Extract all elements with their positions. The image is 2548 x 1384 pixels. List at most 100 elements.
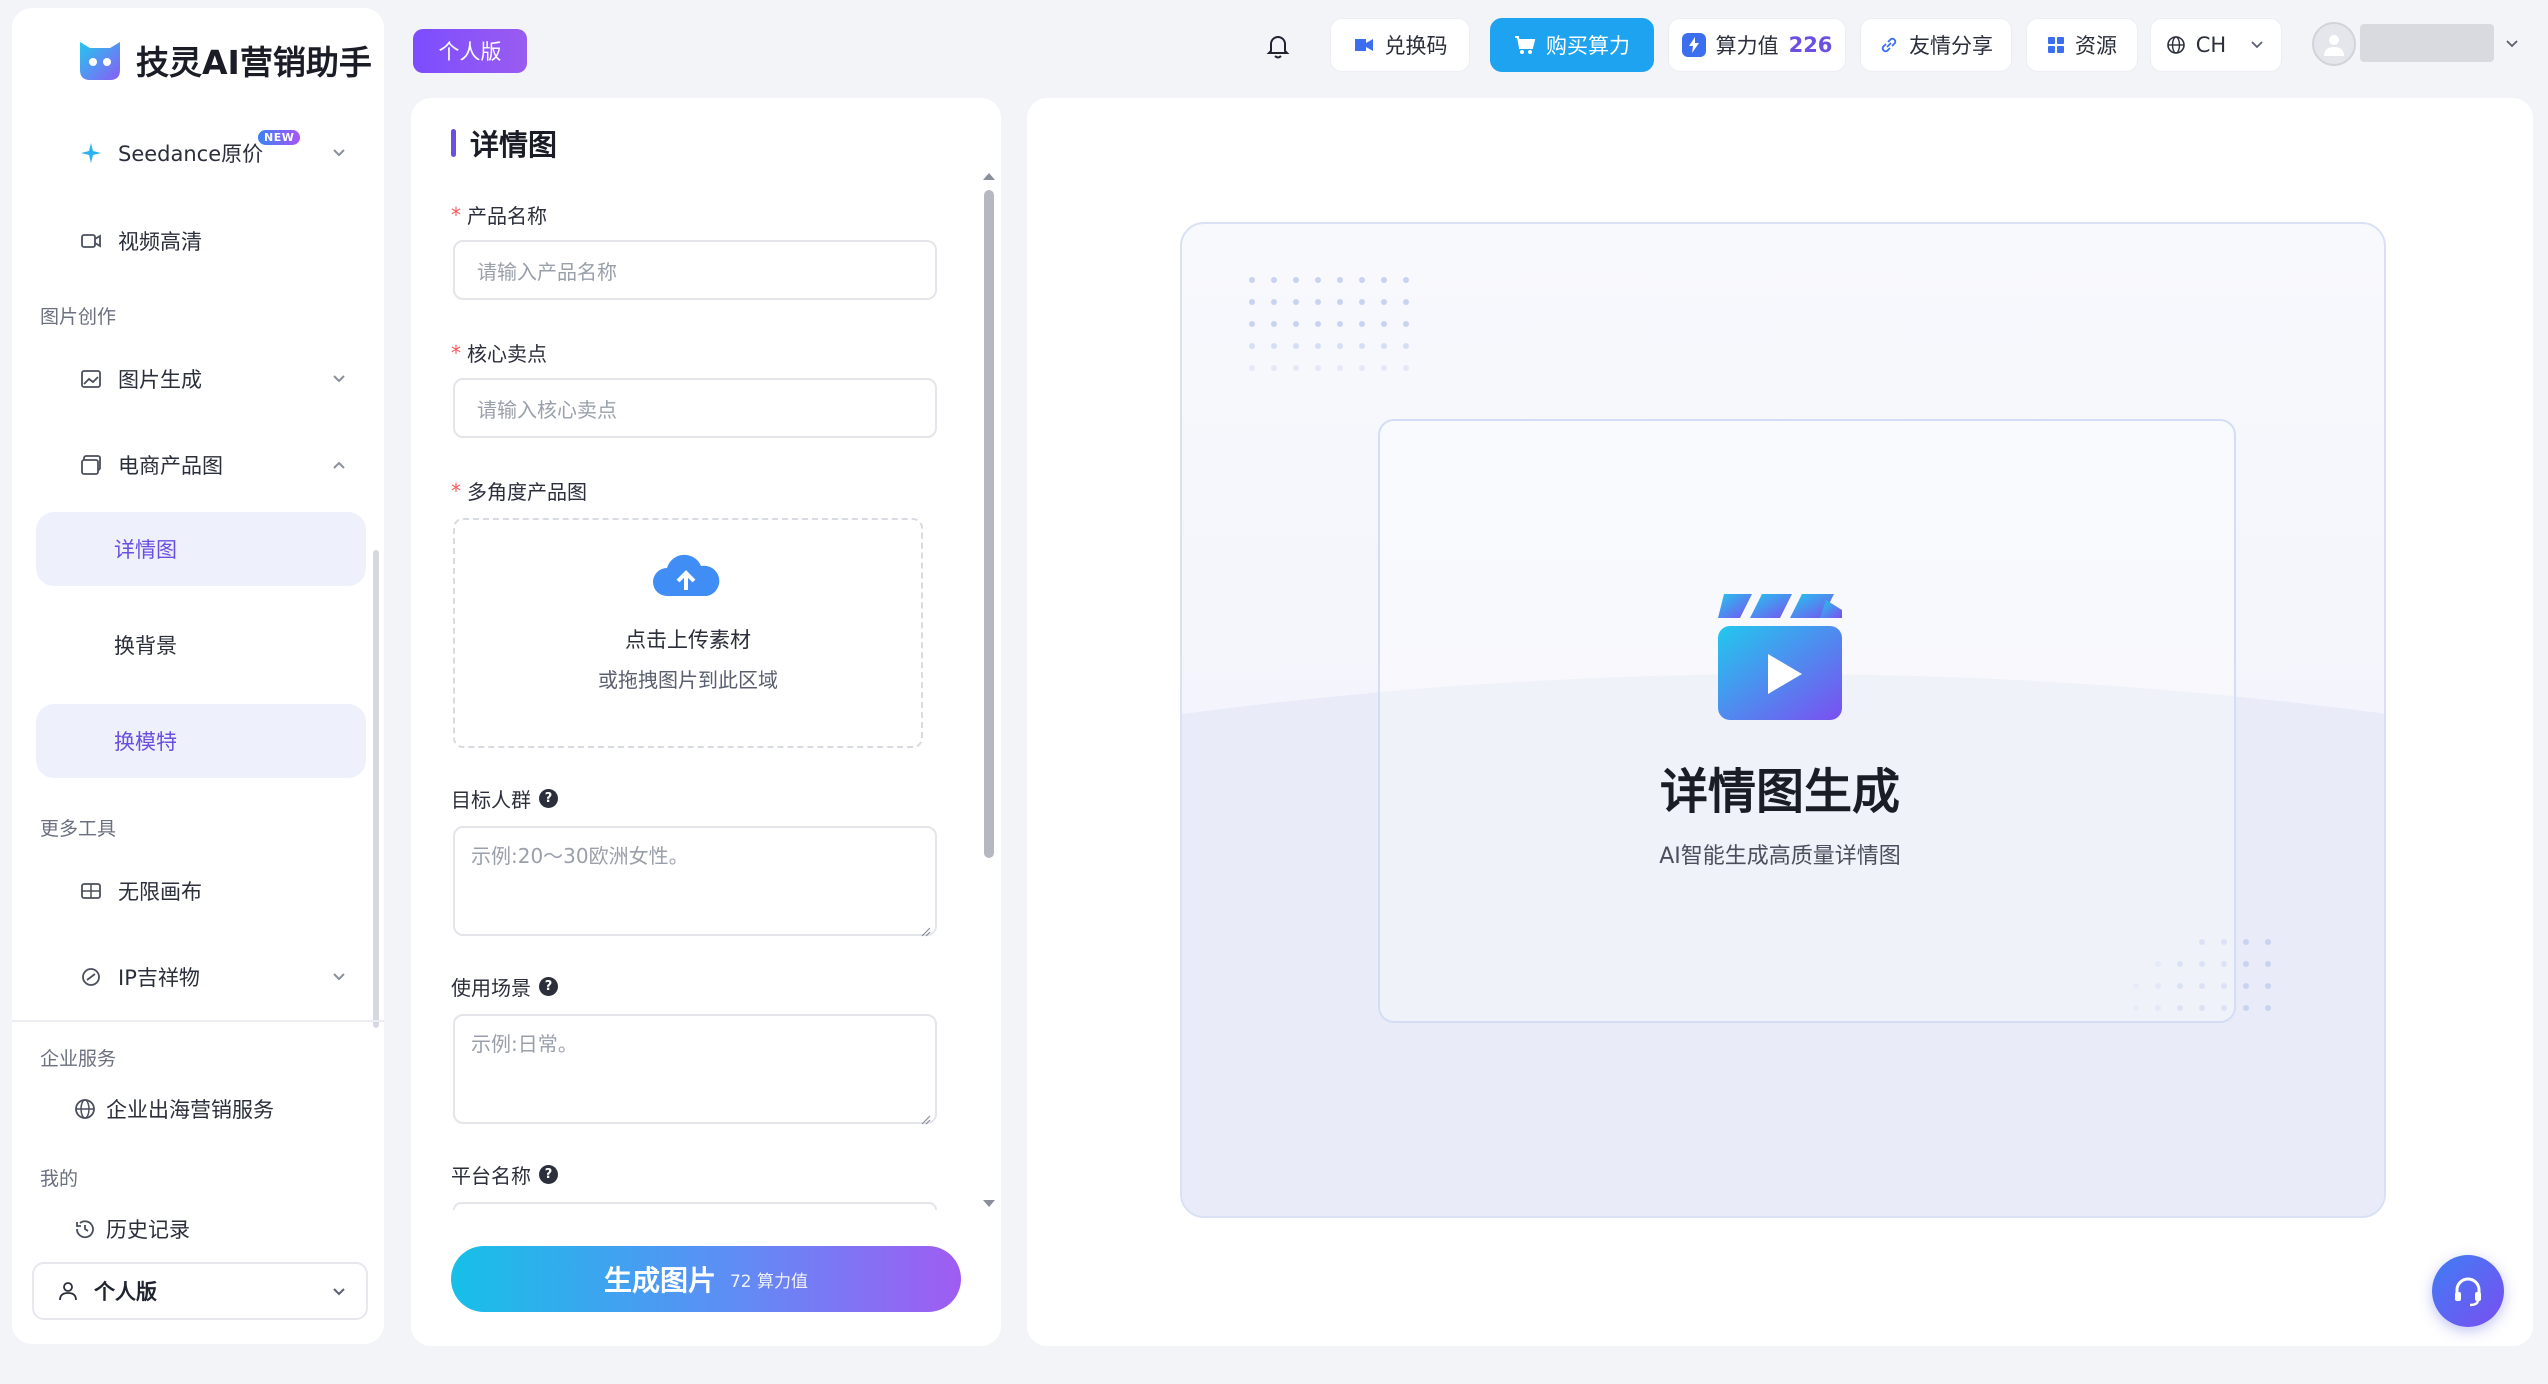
buy-power-button[interactable]: 购买算力 (1490, 18, 1654, 72)
form-scrollbar[interactable] (984, 190, 994, 858)
resize-handle-icon[interactable] (919, 918, 931, 937)
plan-select-value: 个人版 (94, 1280, 157, 1304)
sidebar-item-canvas[interactable]: 无限画布 (36, 854, 366, 928)
sidebar-item-seedance[interactable]: Seedance原价 NEW (36, 116, 366, 190)
link-icon (1879, 35, 1899, 55)
required-mark: * (451, 478, 461, 503)
chevron-down-icon (2248, 36, 2266, 54)
sidebar-subitem-detail[interactable]: 详情图 (36, 512, 366, 586)
scroll-up-icon[interactable] (982, 166, 996, 185)
audience-textarea[interactable]: 示例:20～30欧洲女性。 (453, 826, 937, 937)
ticket-icon (1353, 36, 1375, 54)
selling-point-input[interactable]: 请输入核心卖点 (453, 378, 937, 438)
label-text: 核心卖点 (467, 342, 547, 366)
chevron-down-icon (328, 368, 350, 390)
placeholder: 请输入核心卖点 (477, 397, 617, 422)
language-value: CH (2195, 33, 2227, 57)
headset-icon (2449, 1272, 2487, 1310)
sidebar-item-label: 详情图 (114, 538, 177, 562)
platform-input[interactable] (453, 1202, 937, 1210)
chevron-down-icon (328, 142, 350, 164)
upload-dropzone[interactable]: 点击上传素材 或拖拽图片到此区域 (453, 518, 923, 748)
power-value: 226 (1788, 33, 1833, 57)
plan-badge[interactable]: 个人版 (413, 29, 527, 73)
form-panel: 详情图 * 产品名称 请输入产品名称 * 核心卖点 请输入核心卖点 * 多角度产… (411, 98, 1001, 1346)
sidebar-item-image-gen[interactable]: 图片生成 (36, 342, 366, 416)
sidebar-item-ip[interactable]: IP吉祥物 (36, 940, 366, 1014)
image-icon (78, 366, 104, 392)
plan-select[interactable]: 个人版 (32, 1262, 368, 1320)
sidebar-item-enterprise[interactable]: 企业出海营销服务 (32, 1072, 362, 1146)
required-mark: * (451, 202, 461, 227)
chevron-up-icon (328, 454, 350, 476)
upload-hint: 或拖拽图片到此区域 (598, 668, 778, 692)
preview-title: 详情图生成 (1659, 764, 1900, 820)
form-title: 详情图 (451, 122, 557, 164)
logo-icon (74, 36, 126, 84)
bell-icon[interactable] (1262, 30, 1294, 62)
sidebar-item-label: IP吉祥物 (118, 966, 200, 990)
resources-button[interactable]: 资源 (2026, 18, 2138, 72)
section-label-more: 更多工具 (40, 818, 117, 840)
sidebar-item-label: 无限画布 (118, 880, 202, 904)
app-logo[interactable]: 技灵AI营销助手 (74, 36, 372, 84)
power-value-button[interactable]: 算力值 226 (1668, 18, 1846, 72)
chevron-down-icon (328, 1281, 350, 1303)
clapper-play-icon (1716, 592, 1844, 726)
resources-label: 资源 (2075, 34, 2117, 58)
section-label-enterprise: 企业服务 (40, 1048, 117, 1070)
grid-icon (2047, 36, 2065, 54)
dots-decoration-top (1249, 277, 1409, 371)
generate-button[interactable]: 生成图片 72 算力值 (451, 1246, 961, 1312)
chevron-down-icon (328, 966, 350, 988)
avatar[interactable] (2312, 22, 2356, 66)
placeholder: 示例:20～30欧洲女性。 (471, 844, 689, 868)
sidebar-item-label: 历史记录 (106, 1218, 190, 1242)
video-icon (78, 228, 104, 254)
redeem-button[interactable]: 兑换码 (1330, 18, 1470, 72)
sidebar-subitem-model[interactable]: 换模特 (36, 704, 366, 778)
form-title-text: 详情图 (470, 128, 558, 162)
cart-icon (1514, 35, 1536, 55)
sidebar-subitem-background[interactable]: 换背景 (36, 608, 366, 682)
sidebar-item-ecom[interactable]: 电商产品图 (36, 428, 366, 502)
redeem-label: 兑换码 (1384, 34, 1448, 58)
generate-cost: 72 算力值 (729, 1271, 809, 1292)
sidebar-item-label: 电商产品图 (118, 454, 223, 478)
audience-label: 目标人群 ? (451, 784, 558, 813)
share-button[interactable]: 友情分享 (1860, 18, 2012, 72)
label-text: 目标人群 (451, 788, 531, 812)
sidebar-divider (12, 1020, 384, 1022)
scene-textarea[interactable]: 示例:日常。 (453, 1014, 937, 1125)
sidebar-scrollbar[interactable] (373, 550, 379, 1028)
product-name-input[interactable]: 请输入产品名称 (453, 240, 937, 300)
gallery-icon (78, 452, 104, 478)
share-label: 友情分享 (1909, 34, 1993, 58)
buy-power-label: 购买算力 (1546, 34, 1630, 58)
sidebar-item-label: 换背景 (114, 634, 177, 658)
language-select[interactable]: CH (2150, 18, 2282, 72)
sidebar-item-label: 视频高清 (118, 230, 202, 254)
help-icon[interactable]: ? (539, 977, 558, 996)
customer-support-button[interactable] (2432, 1255, 2504, 1327)
help-icon[interactable]: ? (539, 789, 558, 808)
chevron-down-icon[interactable] (2502, 34, 2522, 54)
help-icon[interactable]: ? (539, 1165, 558, 1184)
sidebar-item-label: Seedance原价 (118, 142, 264, 166)
username-redacted (2360, 24, 2494, 62)
scroll-down-icon[interactable] (982, 1194, 996, 1213)
new-badge: NEW (258, 130, 301, 145)
generate-label: 生成图片 (603, 1264, 716, 1297)
section-label-image: 图片创作 (40, 306, 117, 328)
selling-point-label: * 核心卖点 (451, 338, 547, 367)
preview-subtitle: AI智能生成高质量详情图 (1659, 844, 1901, 869)
sidebar-item-video-hd[interactable]: 视频高清 (36, 204, 366, 278)
mascot-icon (78, 964, 104, 990)
section-label-mine: 我的 (40, 1168, 79, 1190)
globe-icon (72, 1096, 98, 1122)
sidebar-item-history[interactable]: 历史记录 (32, 1192, 362, 1266)
placeholder: 示例:日常。 (471, 1032, 578, 1056)
platform-label: 平台名称 ? (451, 1160, 558, 1189)
resize-handle-icon[interactable] (919, 1106, 931, 1125)
history-icon (72, 1216, 98, 1242)
